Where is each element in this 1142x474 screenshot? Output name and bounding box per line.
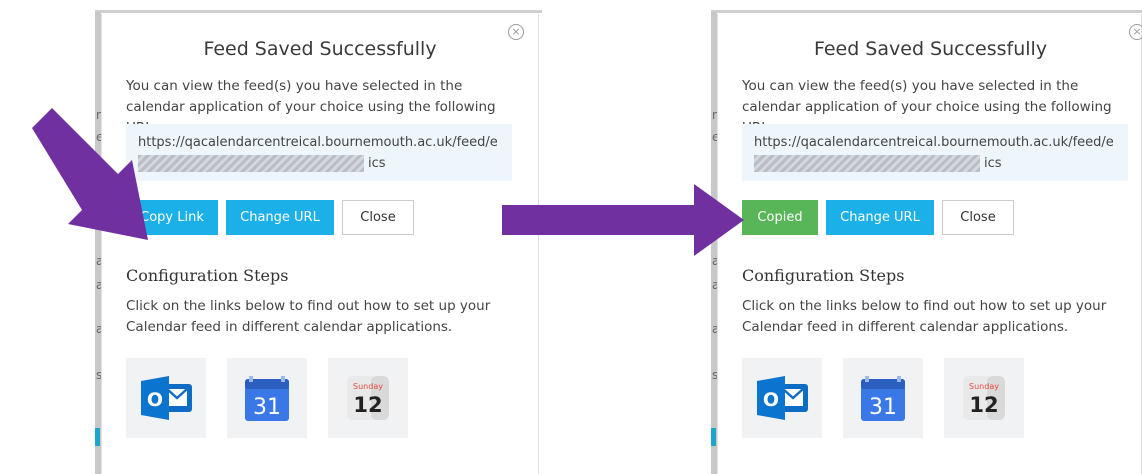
feed-url-suffix: ics <box>984 156 1002 171</box>
modal-title: Feed Saved Successfully <box>813 38 1048 60</box>
feed-url-text: https://qacalendarcentreical.bournemouth… <box>138 135 498 150</box>
apple-calendar-weekday: Sunday <box>969 382 999 391</box>
diagonal-arrow-icon <box>32 108 148 240</box>
apple-calendar-tile[interactable]: Sunday 12 <box>328 358 408 438</box>
google-calendar-day: 31 <box>869 395 897 420</box>
apple-calendar-day: 12 <box>969 393 998 417</box>
redacted-url-segment <box>754 155 980 172</box>
feed-saved-modal-after: × Feed Saved Successfully You can view t… <box>717 14 1142 474</box>
configuration-steps-heading: Configuration Steps <box>742 266 905 285</box>
outlook-icon: O <box>757 376 808 420</box>
background-button-edge <box>95 428 100 446</box>
background-page-edge <box>711 10 1142 13</box>
outlook-icon: O <box>141 376 192 420</box>
change-url-button[interactable]: Change URL <box>226 200 334 235</box>
background-button-edge <box>711 428 716 446</box>
outlook-letter: O <box>147 389 163 411</box>
google-calendar-tile[interactable]: 31 <box>227 358 307 438</box>
right-arrow-icon <box>502 184 744 256</box>
apple-calendar-weekday: Sunday <box>353 382 383 391</box>
feed-url-text: https://qacalendarcentreical.bournemouth… <box>754 135 1114 150</box>
copied-button[interactable]: Copied <box>742 200 818 235</box>
change-url-button[interactable]: Change URL <box>826 200 934 235</box>
outlook-tile[interactable]: O <box>742 358 822 438</box>
google-calendar-icon: 31 <box>245 376 289 421</box>
google-calendar-day: 31 <box>253 395 281 420</box>
google-calendar-tile[interactable]: 31 <box>843 358 923 438</box>
apple-calendar-tile[interactable]: Sunday 12 <box>944 358 1024 438</box>
feed-url-box[interactable]: https://qacalendarcentreical.bournemouth… <box>742 124 1128 181</box>
close-button[interactable]: Close <box>342 200 414 235</box>
configuration-steps-text: Click on the links below to find out how… <box>126 298 491 335</box>
outlook-tile[interactable]: O <box>126 358 206 438</box>
outlook-letter: O <box>763 389 779 411</box>
modal-title: Feed Saved Successfully <box>203 38 437 60</box>
feed-url-box[interactable]: https://qacalendarcentreical.bournemouth… <box>126 124 512 181</box>
apple-calendar-day: 12 <box>353 393 382 417</box>
background-page-edge <box>95 10 542 13</box>
close-button[interactable]: Close <box>942 200 1014 235</box>
feed-url-suffix: ics <box>368 156 386 171</box>
apple-calendar-icon: Sunday 12 <box>963 376 1005 420</box>
redacted-url-segment <box>138 155 364 172</box>
configuration-steps-text: Click on the links below to find out how… <box>742 298 1107 335</box>
apple-calendar-icon: Sunday 12 <box>347 376 389 420</box>
configuration-steps-heading: Configuration Steps <box>126 266 289 285</box>
google-calendar-icon: 31 <box>861 376 905 421</box>
